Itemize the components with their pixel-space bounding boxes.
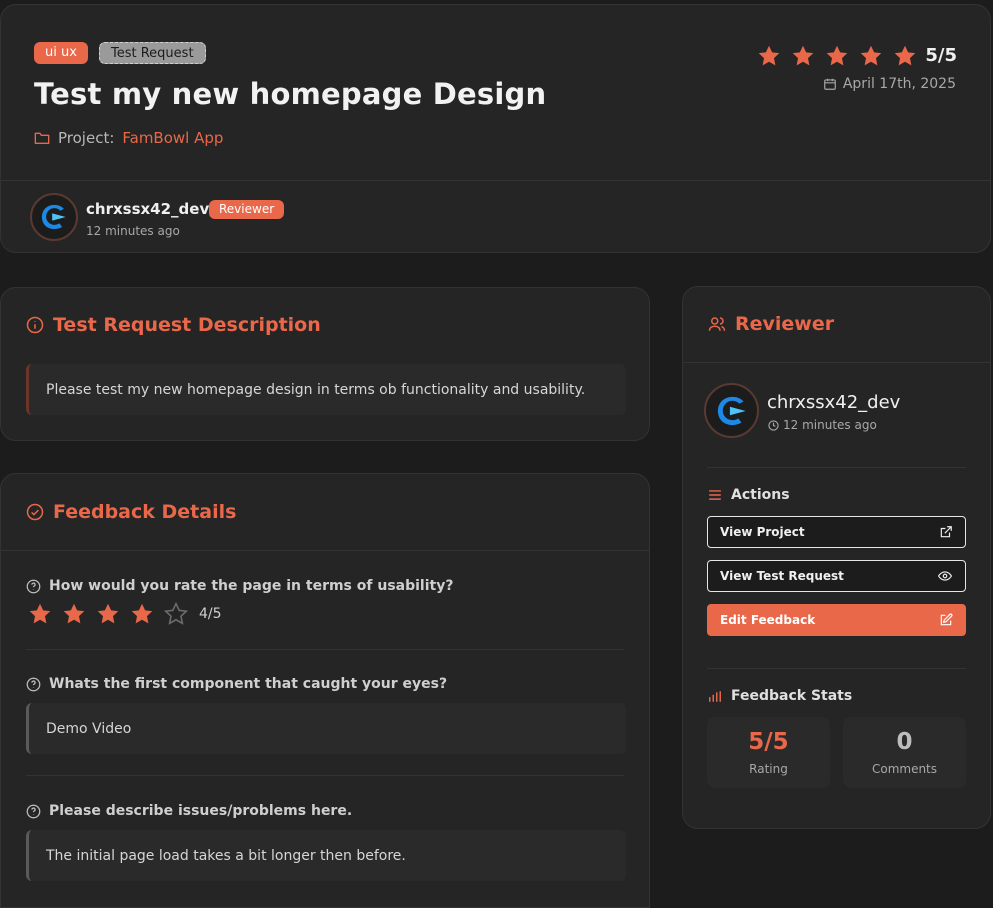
question-1-stars (27, 601, 189, 627)
clock-icon (768, 419, 779, 431)
comments-stat-label: Comments (871, 762, 938, 776)
comments-stat: 0 Comments (843, 717, 966, 788)
view-project-label: View Project (720, 525, 805, 539)
star-filled-icon (63, 603, 85, 624)
question-2-text: Whats the first component that caught yo… (49, 676, 448, 692)
header-divider (1, 180, 990, 181)
view-project-button[interactable]: View Project (707, 516, 966, 548)
question-2-label: Whats the first component that caught yo… (26, 676, 447, 692)
star-filled-icon (860, 45, 882, 66)
project-link[interactable]: FamBowl App (122, 129, 223, 147)
reviewer-title-text: Reviewer (735, 313, 835, 335)
feedback-details-card: Feedback Details How would you rate the … (0, 473, 650, 908)
users-icon (708, 317, 726, 331)
star-filled-icon (792, 45, 814, 66)
star-filled-icon (826, 45, 848, 66)
feedback-divider (1, 550, 649, 551)
reviewer-role-badge: Reviewer (209, 200, 285, 219)
feedback-stats-title-text: Feedback Stats (731, 688, 853, 704)
reviewer-time: 12 minutes ago (783, 418, 877, 432)
description-title: Test Request Description (26, 314, 321, 336)
star-filled-icon (894, 45, 916, 66)
bar-chart-icon (709, 690, 721, 702)
sidebar-divider (683, 362, 990, 363)
folder-icon (34, 132, 50, 144)
header-rating-value: 5/5 (925, 45, 957, 66)
page-title: Test my new homepage Design (34, 77, 547, 111)
question-2-answer: Demo Video (46, 720, 132, 737)
question-1-label: How would you rate the page in terms of … (26, 578, 453, 594)
description-text: Please test my new homepage design in te… (46, 381, 586, 398)
star-empty-icon (163, 601, 189, 625)
feedback-title-text: Feedback Details (53, 501, 237, 523)
category-badge: ui ux (34, 42, 88, 64)
rating-stat-value: 5/5 (748, 729, 789, 755)
logo-icon (717, 396, 746, 425)
question-3-label: Please describe issues/problems here. (26, 803, 352, 819)
question-3-answer-box: The initial page load takes a bit longer… (26, 830, 626, 881)
calendar-icon (824, 78, 836, 90)
help-circle-icon (26, 804, 41, 818)
external-link-icon (940, 526, 952, 538)
question-1-rating: 4/5 (27, 601, 222, 627)
test-request-header-card: ui ux Test Request Test my new homepage … (0, 4, 991, 253)
project-label: Project: (58, 129, 115, 147)
question-1-rating-value: 4/5 (199, 606, 222, 622)
sidebar-divider (707, 467, 966, 468)
star-filled-icon (29, 603, 51, 624)
description-text-box: Please test my new homepage design in te… (26, 364, 626, 415)
star-filled-icon (758, 45, 780, 66)
edit-icon (940, 613, 953, 626)
date-row: April 17th, 2025 (823, 76, 956, 92)
description-title-text: Test Request Description (53, 314, 321, 336)
star-filled-icon (131, 603, 153, 624)
star-filled-icon (97, 603, 119, 624)
comments-stat-value: 0 (896, 729, 913, 755)
rating-stat: 5/5 Rating (707, 717, 830, 788)
edit-feedback-button[interactable]: Edit Feedback (707, 604, 966, 636)
info-icon (26, 316, 44, 334)
reviewer-avatar[interactable] (704, 383, 759, 438)
author-name[interactable]: chrxssx42_dev (86, 200, 209, 218)
rating-stat-label: Rating (749, 762, 788, 776)
reviewer-time-row: 12 minutes ago (768, 418, 877, 432)
question-3-text: Please describe issues/problems here. (49, 803, 353, 819)
sidebar-divider (707, 668, 966, 669)
view-test-request-label: View Test Request (720, 569, 844, 583)
actions-title: Actions (708, 487, 790, 503)
question-2-answer-box: Demo Video (26, 703, 626, 754)
help-circle-icon (26, 677, 41, 691)
question-1-text: How would you rate the page in terms of … (49, 578, 454, 594)
author-time: 12 minutes ago (86, 224, 180, 238)
check-circle-icon (26, 503, 44, 521)
author-avatar[interactable] (30, 193, 78, 241)
request-date: April 17th, 2025 (842, 76, 956, 92)
question-divider (26, 775, 624, 776)
project-row: Project: FamBowl App (34, 129, 223, 147)
reviewer-title: Reviewer (708, 313, 834, 335)
logo-icon (41, 204, 66, 230)
menu-icon (709, 490, 721, 500)
question-3-answer: The initial page load takes a bit longer… (46, 847, 406, 864)
help-circle-icon (26, 579, 41, 593)
actions-title-text: Actions (731, 487, 790, 503)
feedback-stats-title: Feedback Stats (708, 688, 852, 704)
eye-icon (937, 571, 953, 581)
type-badge: Test Request (99, 42, 206, 64)
header-rating-stars (756, 43, 918, 69)
reviewer-name[interactable]: chrxssx42_dev (767, 392, 900, 413)
feedback-title: Feedback Details (26, 501, 236, 523)
edit-feedback-label: Edit Feedback (720, 613, 816, 627)
view-test-request-button[interactable]: View Test Request (707, 560, 966, 592)
description-card: Test Request Description Please test my … (0, 287, 650, 441)
question-divider (26, 649, 624, 650)
